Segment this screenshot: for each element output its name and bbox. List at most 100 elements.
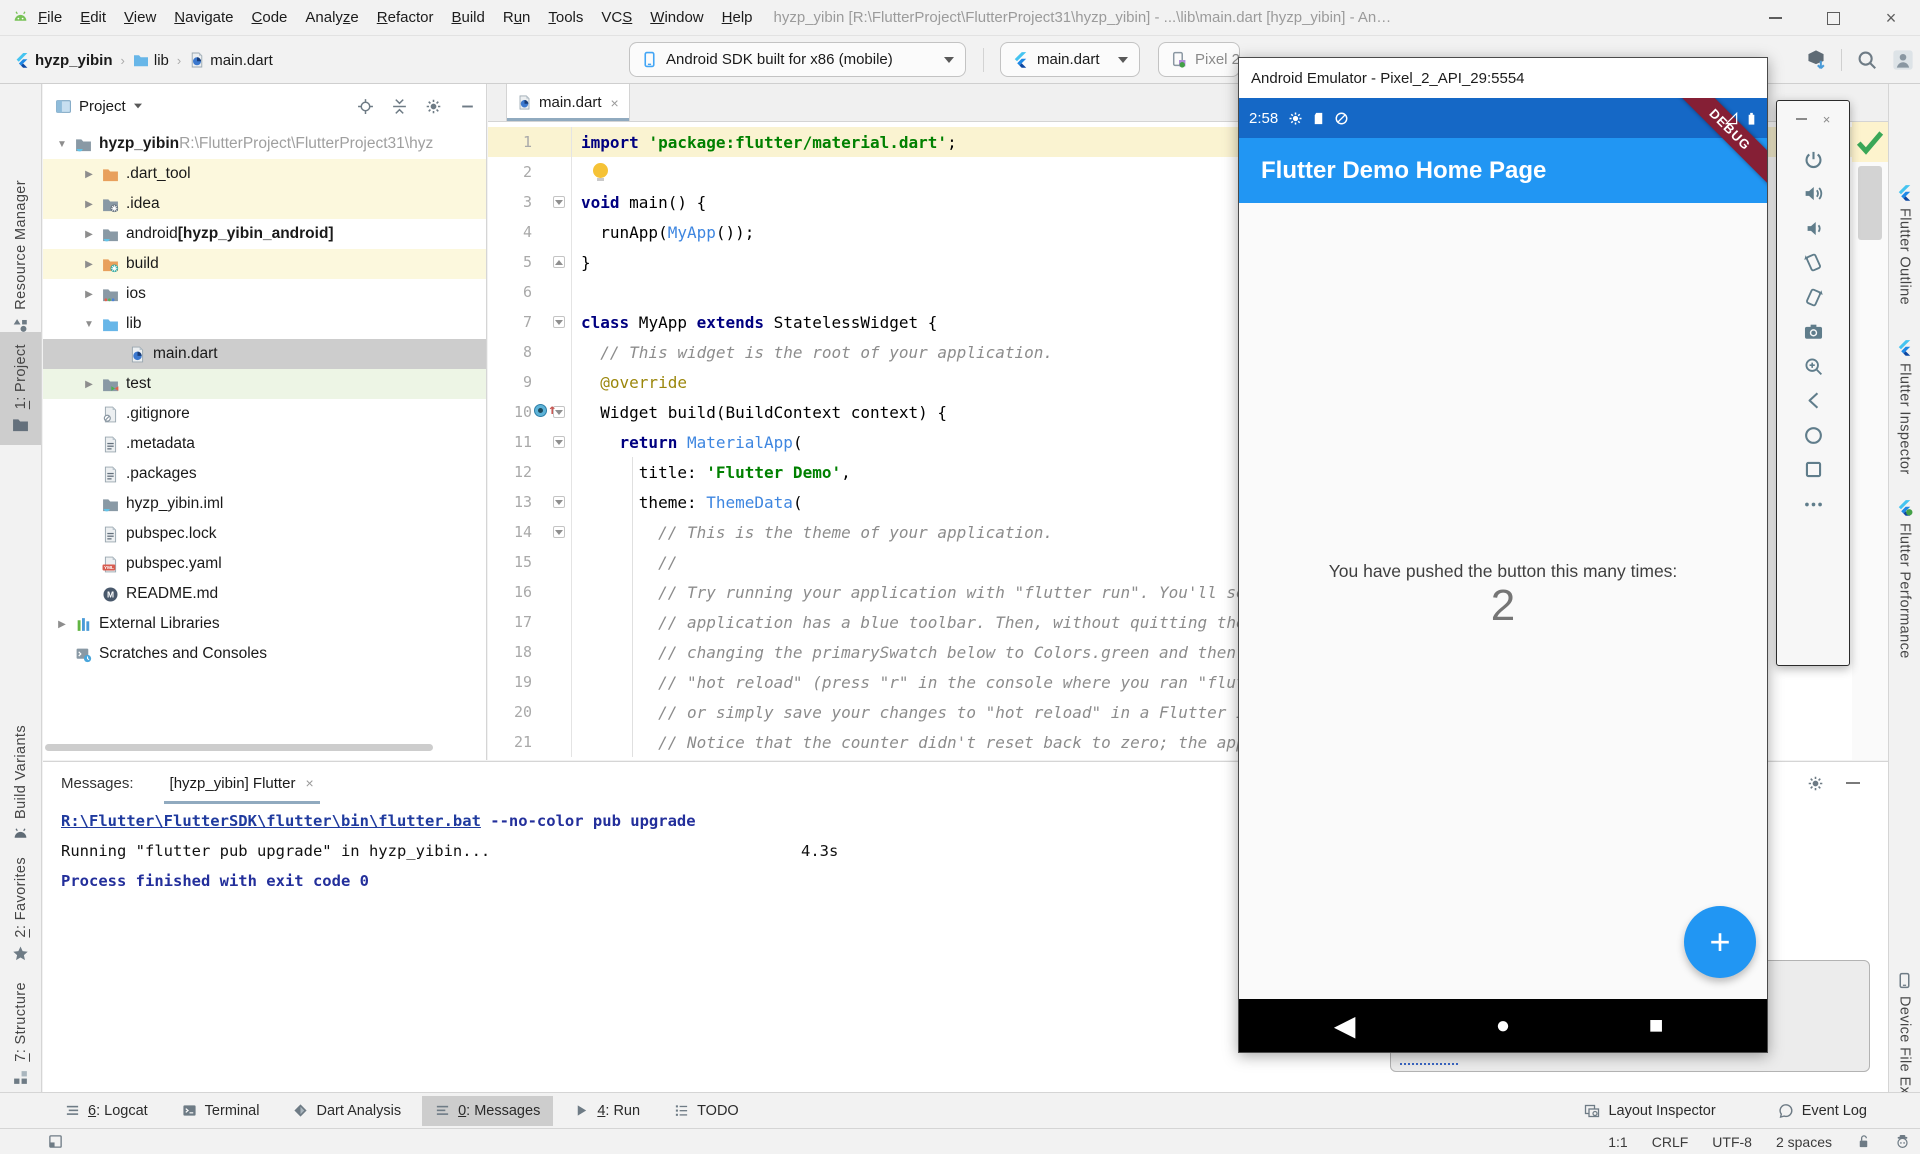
emulator-camera-button[interactable] (1803, 321, 1824, 342)
inspections-ok-indicator[interactable] (1852, 122, 1888, 162)
sidebar-item--structure[interactable]: 7: Structure (0, 982, 41, 1086)
tree-item-android[interactable]: ▶android [hyzp_yibin_android] (43, 219, 486, 249)
emulator-zoom-in-button[interactable] (1803, 356, 1824, 377)
face-icon[interactable] (1895, 1134, 1910, 1149)
device-selector-dropdown[interactable]: Android SDK built for x86 (mobile) (629, 42, 966, 77)
tree-item-pubspec.lock[interactable]: pubspec.lock (43, 519, 486, 549)
tool-window-toggle-icon[interactable] (48, 1134, 63, 1149)
chevron-expanded-icon[interactable]: ▼ (76, 319, 102, 330)
breadcrumb-item-hyzp_yibin[interactable]: hyzp_yibin (14, 52, 113, 69)
close-icon[interactable]: × (305, 775, 313, 791)
tree-item-.packages[interactable]: .packages (43, 459, 486, 489)
toolwindow-button-0-messages[interactable]: 0: Messages (422, 1096, 553, 1126)
menu-view[interactable]: View (115, 9, 165, 26)
tab-main-dart[interactable]: main.dart × (506, 84, 630, 121)
emulator-more-button[interactable] (1803, 494, 1824, 515)
menu-analyze[interactable]: Analyze (296, 9, 367, 26)
tree-item-.gitignore[interactable]: .gitignore (43, 399, 486, 429)
search-icon[interactable] (1856, 49, 1878, 71)
emulator-title-bar[interactable]: Android Emulator - Pixel_2_API_29:5554 (1239, 58, 1767, 98)
profile-icon[interactable] (1892, 49, 1914, 71)
chevron-down-icon[interactable] (134, 104, 142, 109)
tree-item-Scratches-and-Consoles[interactable]: Scratches and Consoles (43, 639, 486, 669)
fold-marker-icon[interactable] (553, 526, 565, 538)
fold-marker-icon[interactable] (553, 316, 565, 328)
target-device-button[interactable]: Pixel 2 (1158, 42, 1240, 77)
fab-increment-button[interactable]: + (1684, 906, 1756, 978)
editor-scrollbar[interactable] (1858, 166, 1882, 240)
toolwindow-button-6-logcat[interactable]: 6: Logcat (52, 1096, 161, 1126)
toolwindow-button-layout-inspector[interactable]: Layout Inspector (1571, 1096, 1728, 1126)
chevron-collapsed-icon[interactable]: ▶ (76, 169, 102, 180)
breadcrumb-item-main.dart[interactable]: main.dart (189, 52, 273, 69)
emulator-power-button[interactable] (1803, 149, 1824, 170)
tree-item-External-Libraries[interactable]: ▶External Libraries (43, 609, 486, 639)
tree-item-.metadata[interactable]: .metadata (43, 429, 486, 459)
window-close-button[interactable]: × (1862, 0, 1920, 36)
chevron-collapsed-icon[interactable]: ▶ (76, 379, 102, 390)
gear-icon[interactable] (1807, 775, 1824, 792)
sidebar-item-flutter-performance[interactable]: Flutter Performance (1889, 499, 1920, 659)
emulator-overview-button[interactable] (1803, 459, 1824, 480)
tree-item-lib[interactable]: ▼lib (43, 309, 486, 339)
toolwindow-button-4-run[interactable]: 4: Run (561, 1096, 653, 1126)
menu-tools[interactable]: Tools (539, 9, 592, 26)
fold-marker-icon[interactable] (553, 256, 565, 268)
emulator-rotate-right-button[interactable] (1803, 287, 1824, 308)
tree-item-pubspec.yaml[interactable]: YMLpubspec.yaml (43, 549, 486, 579)
caret-position[interactable]: 1:1 (1608, 1134, 1627, 1150)
sidebar-item--favorites[interactable]: 2: Favorites (0, 857, 41, 962)
horizontal-scrollbar[interactable] (45, 744, 433, 751)
lock-open-icon[interactable] (1856, 1134, 1871, 1149)
fold-marker-icon[interactable] (553, 496, 565, 508)
emulator-volume-up-button[interactable] (1803, 183, 1824, 204)
fold-marker-icon[interactable] (553, 436, 565, 448)
emulator-back-button[interactable] (1803, 390, 1824, 411)
tree-item-README.md[interactable]: MREADME.md (43, 579, 486, 609)
fold-marker-icon[interactable] (553, 196, 565, 208)
chevron-collapsed-icon[interactable]: ▶ (76, 229, 102, 240)
emulator-minimize-button[interactable] (1796, 118, 1807, 120)
window-maximize-button[interactable] (1804, 0, 1862, 36)
sidebar-item-build-variants[interactable]: Build Variants (0, 725, 41, 843)
close-icon[interactable]: × (611, 95, 619, 111)
locate-icon[interactable] (357, 98, 374, 115)
menu-help[interactable]: Help (713, 9, 762, 26)
sidebar-item-flutter-inspector[interactable]: Flutter Inspector (1889, 339, 1920, 475)
chevron-collapsed-icon[interactable]: ▶ (49, 619, 75, 630)
intention-bulb-icon[interactable] (593, 163, 608, 178)
tab-flutter-console[interactable]: [hyzp_yibin] Flutter × (164, 762, 320, 804)
tree-item-build[interactable]: ▶build (43, 249, 486, 279)
file-encoding[interactable]: UTF-8 (1712, 1134, 1752, 1150)
menu-file[interactable]: File (29, 9, 71, 26)
emulator-volume-down-button[interactable] (1803, 218, 1824, 239)
emulator-close-button[interactable]: × (1823, 112, 1831, 127)
menu-refactor[interactable]: Refactor (368, 9, 443, 26)
toolwindow-button-todo[interactable]: TODO (661, 1096, 752, 1126)
menu-navigate[interactable]: Navigate (165, 9, 242, 26)
toolwindow-button-event-log[interactable]: Event Log (1765, 1096, 1880, 1126)
window-minimize-button[interactable] (1746, 0, 1804, 36)
menu-vcs[interactable]: VCS (592, 9, 641, 26)
sidebar-item-flutter-outline[interactable]: Flutter Outline (1889, 184, 1920, 305)
emulator-screen[interactable]: 2:58 DEBUG Flutter Demo Home Page You ha… (1239, 98, 1767, 1052)
console-link[interactable]: R:\Flutter\FlutterSDK\flutter\bin\flutte… (61, 812, 481, 830)
tree-item-hyzp_yibin[interactable]: ▼hyzp_yibin R:\FlutterProject\FlutterPro… (43, 129, 486, 159)
hide-panel-icon[interactable] (1846, 782, 1860, 784)
nav-overview-button[interactable]: ■ (1649, 999, 1664, 1052)
menu-run[interactable]: Run (494, 9, 540, 26)
nav-back-button[interactable]: ◀ (1334, 999, 1356, 1052)
emulator-rotate-left-button[interactable] (1803, 252, 1824, 273)
hide-icon[interactable] (459, 98, 476, 115)
menu-code[interactable]: Code (243, 9, 297, 26)
line-ending[interactable]: CRLF (1652, 1134, 1689, 1150)
tree-item-ios[interactable]: ▶ios (43, 279, 486, 309)
sdk-manager-icon[interactable] (1805, 49, 1827, 71)
sidebar-item--project[interactable]: 1: Project (0, 332, 41, 445)
nav-home-button[interactable]: ● (1496, 999, 1511, 1052)
chevron-collapsed-icon[interactable]: ▶ (76, 259, 102, 270)
emulator-home-button[interactable] (1803, 425, 1824, 446)
chevron-collapsed-icon[interactable]: ▶ (76, 199, 102, 210)
menu-edit[interactable]: Edit (71, 9, 115, 26)
toolwindow-button-terminal[interactable]: Terminal (169, 1096, 273, 1126)
